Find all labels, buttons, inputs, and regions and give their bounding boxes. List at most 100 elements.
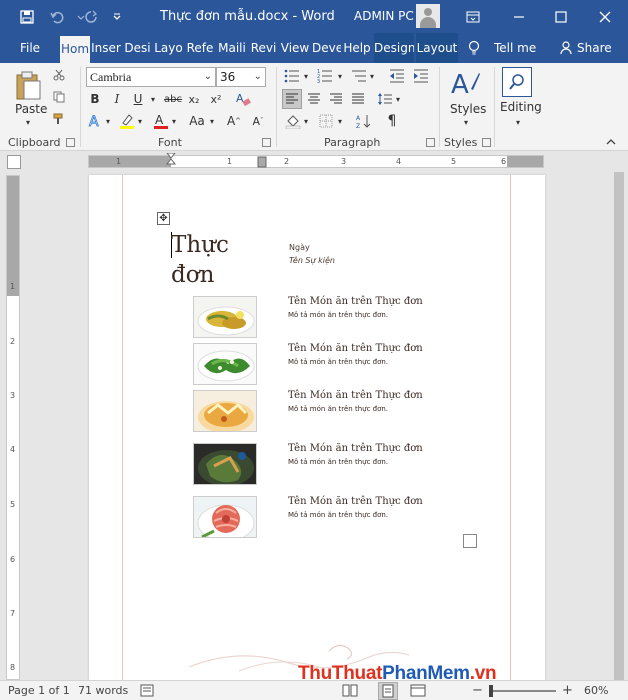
clear-formatting-icon[interactable]: A [234, 90, 252, 108]
dish-image[interactable] [193, 296, 257, 338]
tab-design[interactable]: Desi [123, 33, 152, 63]
undo-icon[interactable] [44, 0, 70, 33]
read-mode-icon[interactable] [342, 684, 358, 700]
text-effects-icon[interactable]: A [88, 112, 104, 130]
dish-image[interactable] [193, 390, 257, 432]
collapse-ribbon-icon[interactable] [604, 136, 618, 148]
word-count[interactable]: 71 words [78, 681, 128, 700]
page-count[interactable]: Page 1 of 1 [8, 681, 70, 700]
subscript-icon[interactable]: x₂ [186, 91, 202, 107]
menu-item[interactable]: Tên Món ăn trên Thực đơn Mô tả món ăn tr… [193, 343, 523, 387]
dish-description[interactable]: Mô tả món ăn trên thực đơn. [288, 405, 388, 413]
font-size-box[interactable]: 36 ⌄ [216, 67, 266, 87]
line-spacing-icon[interactable] [376, 91, 394, 107]
dish-name[interactable]: Tên Món ăn trên Thực đơn [288, 343, 423, 354]
zoom-out-button[interactable]: − [472, 681, 483, 700]
text-effects-dropdown-icon[interactable]: ▾ [104, 115, 112, 127]
scrollbar-thumb[interactable] [614, 172, 624, 700]
maximize-icon[interactable] [538, 0, 584, 33]
date-label[interactable]: Ngày [289, 243, 310, 252]
zoom-in-button[interactable]: + [562, 681, 573, 700]
dish-name[interactable]: Tên Món ăn trên Thực đơn [288, 296, 423, 307]
table-resize-handle[interactable] [463, 534, 477, 548]
tab-mailings[interactable]: Maili [217, 33, 247, 63]
change-case-dropdown-icon[interactable]: ▾ [208, 115, 216, 127]
bullets-icon[interactable] [283, 68, 301, 84]
numbering-icon[interactable]: 123 [316, 68, 334, 84]
dish-image[interactable] [193, 443, 257, 485]
grow-font-icon[interactable]: A ^ [226, 113, 242, 129]
styles-gallery-icon[interactable]: A [448, 68, 482, 100]
shrink-font-icon[interactable]: Aˇ [250, 113, 266, 129]
borders-icon[interactable] [318, 113, 334, 129]
editing-dropdown-icon[interactable]: ▾ [512, 117, 524, 127]
vertical-scrollbar[interactable] [611, 152, 628, 700]
paragraph-launcher-icon[interactable] [426, 138, 435, 147]
table-move-handle-icon[interactable]: ✥ [157, 212, 170, 225]
shading-icon[interactable] [284, 112, 302, 130]
tab-selector[interactable] [7, 155, 21, 169]
web-layout-icon[interactable] [410, 684, 426, 700]
dish-description[interactable]: Mô tả món ăn trên thực đơn. [288, 358, 388, 366]
underline-icon[interactable]: U [131, 91, 145, 107]
share-button[interactable]: Share [577, 33, 612, 63]
indent-marker-icon[interactable] [165, 153, 177, 169]
dish-name[interactable]: Tên Món ăn trên Thực đơn [288, 443, 423, 454]
user-name[interactable]: ADMIN PC [354, 0, 414, 33]
tab-table-design[interactable]: Design [374, 33, 414, 63]
bold-icon[interactable]: B [88, 91, 102, 107]
tab-references[interactable]: Refe [185, 33, 215, 63]
menu-item[interactable]: Tên Món ăn trên Thực đơn Mô tả món ăn tr… [193, 443, 523, 487]
numbering-dropdown-icon[interactable]: ▾ [336, 70, 344, 82]
editing-button-label[interactable]: Editing [500, 100, 542, 114]
dish-name[interactable]: Tên Món ăn trên Thực đơn [288, 496, 423, 507]
copy-icon[interactable] [52, 90, 66, 104]
tab-file[interactable]: File [8, 33, 52, 63]
chevron-down-icon[interactable]: ⌄ [204, 68, 212, 86]
superscript-icon[interactable]: x² [208, 91, 224, 107]
vertical-ruler[interactable]: 1 2 3 4 5 6 7 8 [6, 175, 20, 680]
zoom-slider-thumb[interactable] [489, 685, 493, 697]
tab-review[interactable]: Revi [249, 33, 278, 63]
tab-layout[interactable]: Layo [154, 33, 183, 63]
dish-description[interactable]: Mô tả món ăn trên thực đơn. [288, 511, 388, 519]
tab-home[interactable]: Hom [60, 36, 90, 63]
redo-icon[interactable] [78, 0, 104, 33]
format-painter-icon[interactable] [52, 112, 66, 126]
tab-table-layout[interactable]: Layout [416, 33, 458, 63]
close-icon[interactable] [582, 0, 628, 33]
align-left-icon[interactable] [282, 89, 302, 109]
zoom-level[interactable]: 60% [584, 681, 608, 700]
proofing-icon[interactable] [140, 684, 154, 700]
styles-launcher-icon[interactable] [482, 138, 491, 147]
tab-insert[interactable]: Inser [91, 33, 121, 63]
shading-dropdown-icon[interactable]: ▾ [302, 115, 310, 127]
strikethrough-icon[interactable]: abc [163, 91, 183, 107]
print-layout-icon[interactable] [378, 682, 398, 700]
menu-item[interactable]: Tên Món ăn trên Thực đơn Mô tả món ăn tr… [193, 390, 523, 434]
justify-icon[interactable] [350, 91, 366, 107]
tell-me-box[interactable]: Tell me [494, 33, 536, 63]
styles-dropdown-icon[interactable]: ▾ [460, 117, 472, 127]
paste-dropdown-icon[interactable]: ▾ [22, 117, 34, 127]
dish-description[interactable]: Mô tả món ăn trên thực đơn. [288, 458, 388, 466]
highlight-dropdown-icon[interactable]: ▾ [136, 115, 144, 127]
cut-icon[interactable] [52, 68, 66, 82]
save-icon[interactable] [14, 0, 40, 33]
tab-developer[interactable]: Deve [312, 33, 341, 63]
change-case-icon[interactable]: Aa [186, 113, 208, 129]
column-marker-icon[interactable] [257, 156, 267, 168]
tab-help[interactable]: Help [342, 33, 372, 63]
underline-dropdown-icon[interactable]: ▾ [148, 91, 158, 107]
line-spacing-dropdown-icon[interactable]: ▾ [394, 93, 402, 105]
dish-image[interactable] [193, 343, 257, 385]
multilevel-list-icon[interactable] [350, 68, 368, 84]
sort-icon[interactable]: AZ [356, 113, 372, 129]
menu-item[interactable]: Tên Món ăn trên Thực đơn Mô tả món ăn tr… [193, 296, 523, 340]
multilevel-dropdown-icon[interactable]: ▾ [368, 70, 376, 82]
chevron-down-icon[interactable]: ⌄ [254, 68, 262, 86]
align-center-icon[interactable] [306, 91, 322, 107]
align-right-icon[interactable] [328, 91, 344, 107]
font-color-icon[interactable]: A [152, 112, 170, 130]
show-formatting-marks-icon[interactable]: ¶ [384, 112, 400, 130]
